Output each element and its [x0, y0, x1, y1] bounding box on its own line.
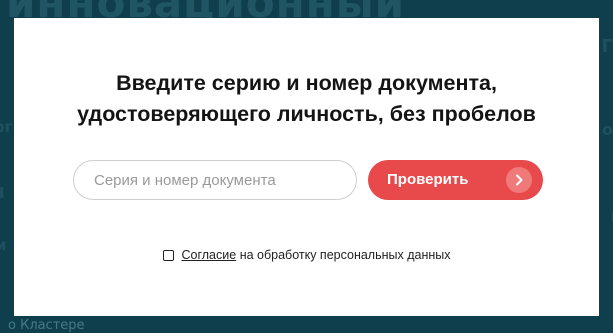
consent-row: Согласие на обработку персональных данны… — [14, 248, 599, 264]
consent-link[interactable]: Согласие — [182, 248, 237, 262]
consent-checkbox[interactable] — [162, 249, 174, 261]
background-ghost-text: рг — [0, 118, 13, 136]
background-ghost-text: и — [0, 236, 7, 254]
modal-heading-line: Введите серию и номер документа, — [116, 71, 497, 95]
background-ghost-text: Г — [601, 36, 613, 57]
consent-label: Согласие на обработку персональных данны… — [162, 248, 451, 262]
modal-heading: Введите серию и номер документа, удостов… — [14, 68, 599, 130]
background-ghost-text: Н — [0, 184, 5, 202]
chevron-right-icon — [506, 167, 532, 193]
document-check-modal: Введите серию и номер документа, удостов… — [14, 18, 599, 316]
check-button-label: Проверить — [387, 171, 469, 188]
background-ghost-text: о — [602, 120, 613, 139]
consent-text: на обработку персональных данных — [239, 248, 451, 262]
modal-heading-line: удостоверяющего личность, без пробелов — [77, 102, 536, 126]
document-number-input[interactable] — [73, 160, 357, 200]
check-button[interactable]: Проверить — [368, 160, 543, 200]
